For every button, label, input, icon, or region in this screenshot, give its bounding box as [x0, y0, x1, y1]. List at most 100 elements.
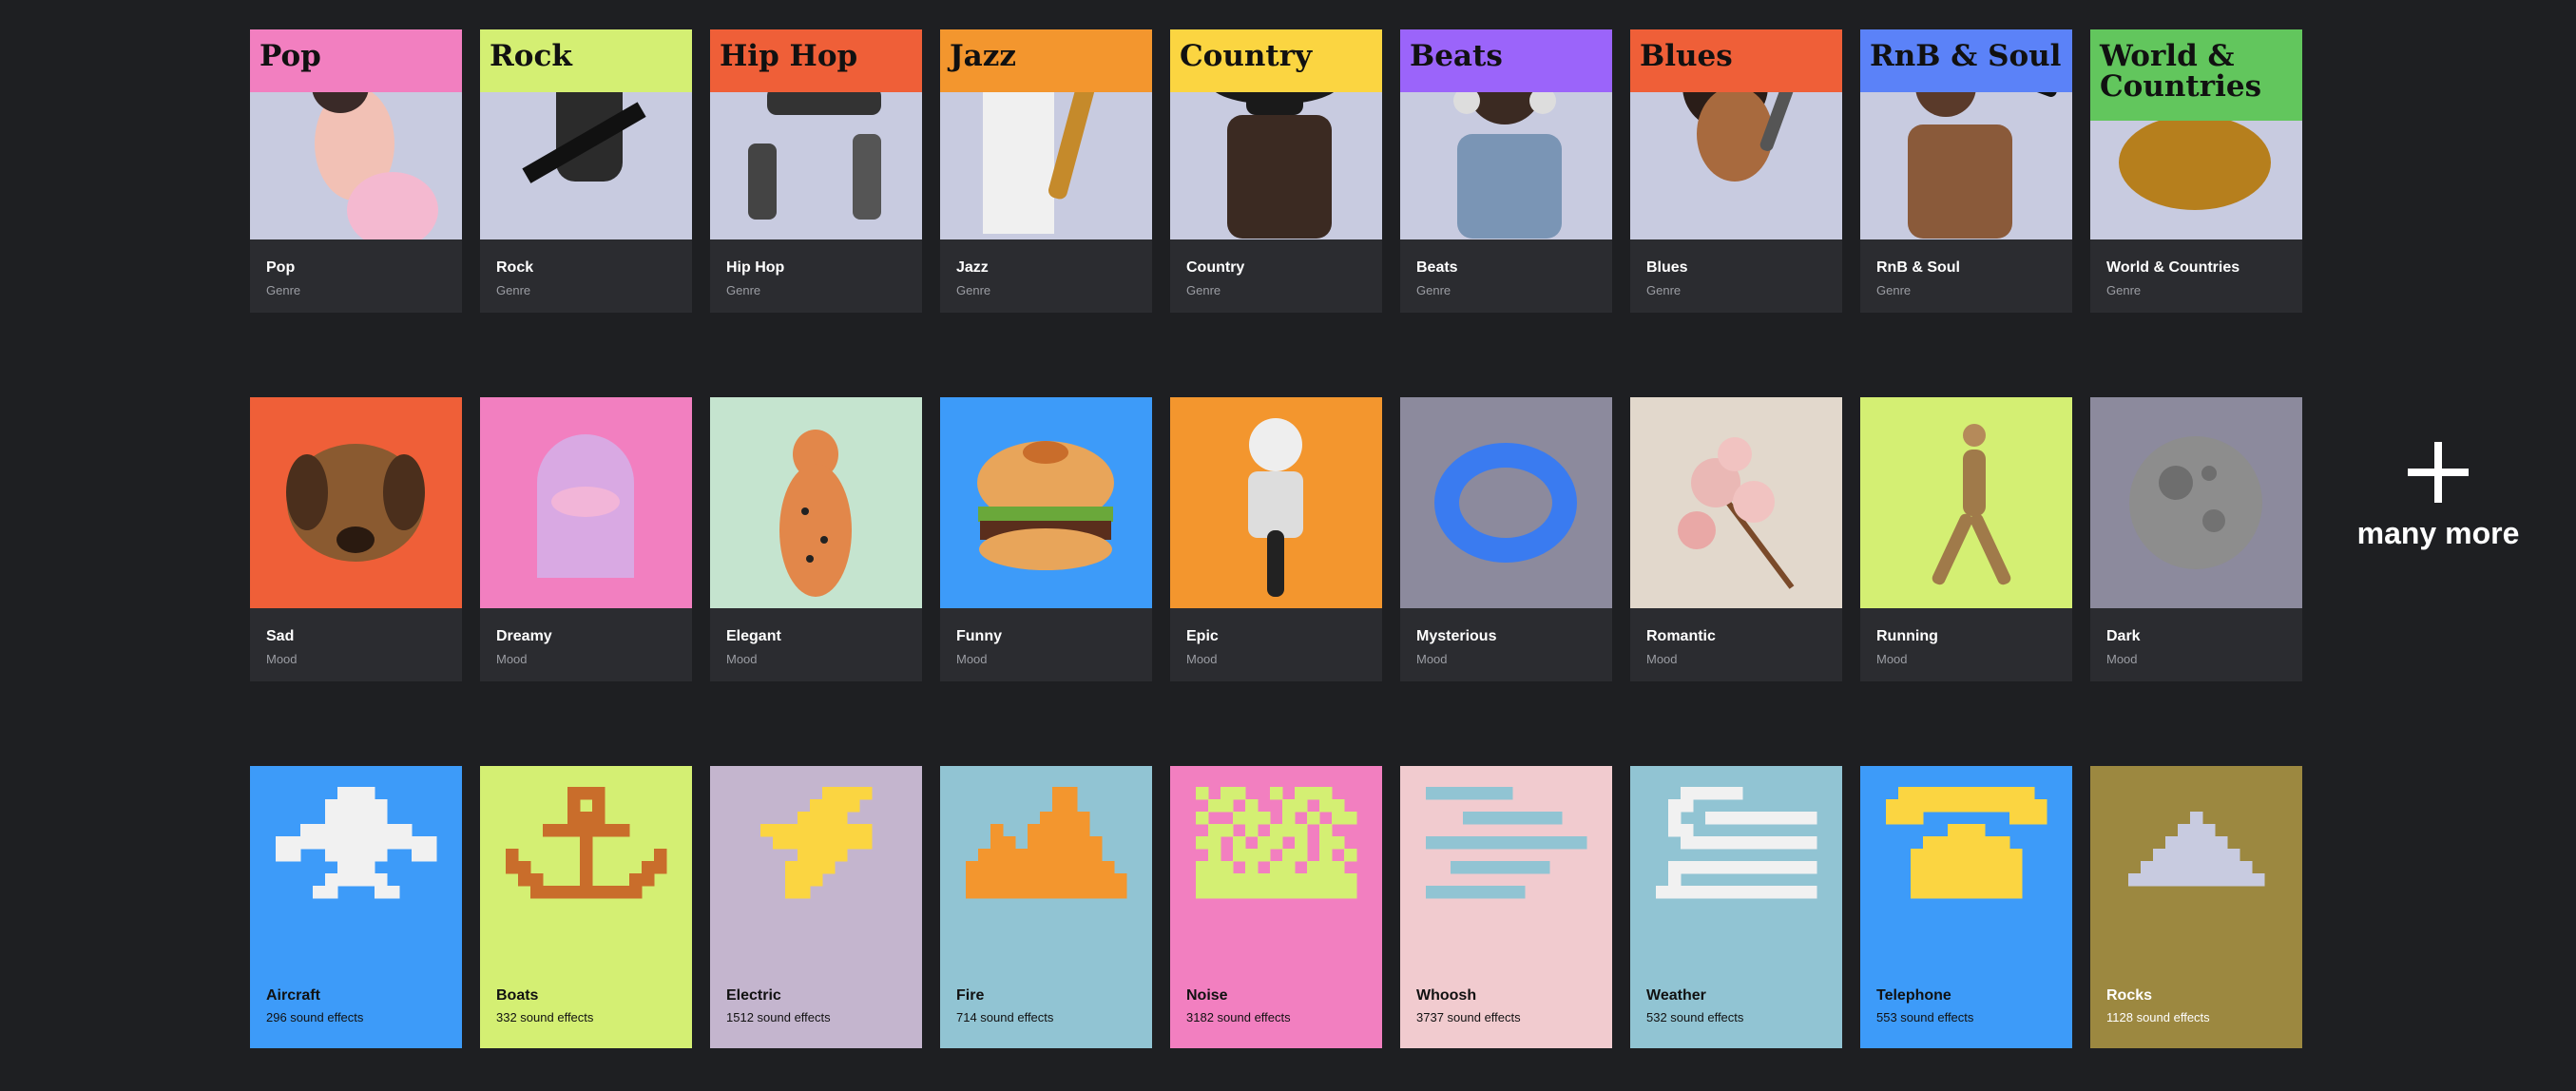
many-more-button[interactable]: many more [2334, 442, 2543, 551]
card-meta: Beats Genre [1400, 239, 1612, 313]
card-meta: Aircraft 296 sound effects [250, 972, 462, 1048]
card-meta: Noise 3182 sound effects [1170, 972, 1382, 1048]
sfx-card[interactable]: Electric 1512 sound effects [710, 766, 922, 1048]
card-title: World & Countries [2106, 259, 2240, 276]
mood-artwork [2090, 397, 2302, 608]
card-subtitle: Mood [266, 652, 298, 666]
card-subtitle: Mood [1186, 652, 1218, 666]
card-meta: Rock Genre [480, 239, 692, 313]
rock-pile-icon [2128, 812, 2265, 887]
card-title: Romantic [1646, 628, 1716, 644]
mood-card[interactable]: Funny Mood [940, 397, 1152, 681]
card-meta: Country Genre [1170, 239, 1382, 313]
card-title: Country [1186, 259, 1245, 276]
mood-artwork [480, 397, 692, 608]
card-title: Boats [496, 987, 539, 1004]
mood-card[interactable]: Running Mood [1860, 397, 2072, 681]
mood-artwork [710, 397, 922, 608]
whoosh-lines-icon [1426, 787, 1587, 899]
genre-artwork: Rock [480, 29, 692, 239]
card-title: Beats [1416, 259, 1458, 276]
card-meta: World & Countries Genre [2090, 239, 2302, 313]
mood-row: Sad Mood Dreamy Mood Elegant Mood Funny Mood Epi… [250, 397, 2302, 681]
genre-banner-title: Country [1170, 29, 1382, 92]
card-subtitle: Mood [726, 652, 758, 666]
mood-card[interactable]: Epic Mood [1170, 397, 1382, 681]
sfx-card[interactable]: Fire 714 sound effects [940, 766, 1152, 1048]
mood-card[interactable]: Dreamy Mood [480, 397, 692, 681]
card-meta: Funny Mood [940, 608, 1152, 681]
card-meta: Rocks 1128 sound effects [2090, 972, 2302, 1048]
mood-artwork [1630, 397, 1842, 608]
moon-photo [2129, 436, 2262, 569]
many-more-label: many more [2356, 516, 2520, 550]
genre-artwork: Hip Hop [710, 29, 922, 239]
card-subtitle: Genre [1416, 283, 1451, 297]
card-subtitle: Genre [1186, 283, 1221, 297]
card-meta: Pop Genre [250, 239, 462, 313]
card-subtitle: 553 sound effects [1876, 1010, 1974, 1024]
card-meta: Sad Mood [250, 608, 462, 681]
genre-card[interactable]: Rock Rock Genre [480, 29, 692, 313]
genre-banner-title: Rock [480, 29, 692, 92]
card-title: Noise [1186, 987, 1228, 1004]
card-title: Weather [1646, 987, 1706, 1004]
card-subtitle: Mood [2106, 652, 2138, 666]
card-subtitle: Mood [956, 652, 988, 666]
mood-artwork [940, 397, 1152, 608]
card-subtitle: 296 sound effects [266, 1010, 364, 1024]
genre-artwork: Country [1170, 29, 1382, 239]
plus-icon [2408, 442, 2469, 503]
genre-card[interactable]: Hip Hop Hip Hop Genre [710, 29, 922, 313]
card-subtitle: Genre [956, 283, 991, 297]
card-title: Aircraft [266, 987, 320, 1004]
card-meta: Dark Mood [2090, 608, 2302, 681]
mood-artwork [1170, 397, 1382, 608]
mood-card[interactable]: Romantic Mood [1630, 397, 1842, 681]
card-title: Running [1876, 628, 1938, 644]
sfx-card[interactable]: Noise 3182 sound effects [1170, 766, 1382, 1048]
card-title: Epic [1186, 628, 1219, 644]
genre-banner-title: World & Countries [2090, 29, 2302, 121]
genre-card[interactable]: Jazz Jazz Genre [940, 29, 1152, 313]
mood-card[interactable]: Sad Mood [250, 397, 462, 681]
cheetah-figurine-photo [779, 430, 852, 597]
card-title: Dark [2106, 628, 2141, 644]
genre-card[interactable]: RnB & Soul RnB & Soul Genre [1860, 29, 2072, 313]
card-meta: Weather 532 sound effects [1630, 972, 1842, 1048]
card-subtitle: Mood [1646, 652, 1678, 666]
sfx-card[interactable]: Weather 532 sound effects [1630, 766, 1842, 1048]
genre-card[interactable]: Blues Blues Genre [1630, 29, 1842, 313]
card-title: Sad [266, 628, 295, 644]
genre-artwork: Blues [1630, 29, 1842, 239]
card-title: Elegant [726, 628, 781, 644]
genre-banner-title: RnB & Soul [1860, 29, 2072, 92]
sfx-card[interactable]: Aircraft 296 sound effects [250, 766, 462, 1048]
burger-photo [977, 441, 1114, 570]
card-meta: Hip Hop Genre [710, 239, 922, 313]
card-title: Blues [1646, 259, 1688, 276]
card-title: Dreamy [496, 628, 552, 644]
card-meta: Fire 714 sound effects [940, 972, 1152, 1048]
genre-banner-title: Pop [250, 29, 462, 92]
genre-card[interactable]: World & Countries World & Countries Genre [2090, 29, 2302, 313]
card-subtitle: Mood [1876, 652, 1908, 666]
genre-card[interactable]: Beats Beats Genre [1400, 29, 1612, 313]
card-subtitle: Genre [726, 283, 761, 297]
mood-card[interactable]: Elegant Mood [710, 397, 922, 681]
card-meta: Dreamy Mood [480, 608, 692, 681]
sfx-card[interactable]: Whoosh 3737 sound effects [1400, 766, 1612, 1048]
sfx-card[interactable]: Telephone 553 sound effects [1860, 766, 2072, 1048]
mood-card[interactable]: Dark Mood [2090, 397, 2302, 681]
card-subtitle: Genre [1876, 283, 1912, 297]
sfx-card[interactable]: Boats 332 sound effects [480, 766, 692, 1048]
genre-card[interactable]: Country Country Genre [1170, 29, 1382, 313]
genre-card[interactable]: Pop Pop Genre [250, 29, 462, 313]
card-title: Funny [956, 628, 1002, 644]
card-subtitle: Mood [1416, 652, 1448, 666]
card-title: Whoosh [1416, 987, 1477, 1004]
fire-icon [966, 787, 1127, 899]
mood-card[interactable]: Mysterious Mood [1400, 397, 1612, 681]
sfx-card[interactable]: Rocks 1128 sound effects [2090, 766, 2302, 1048]
card-subtitle: Genre [496, 283, 531, 297]
